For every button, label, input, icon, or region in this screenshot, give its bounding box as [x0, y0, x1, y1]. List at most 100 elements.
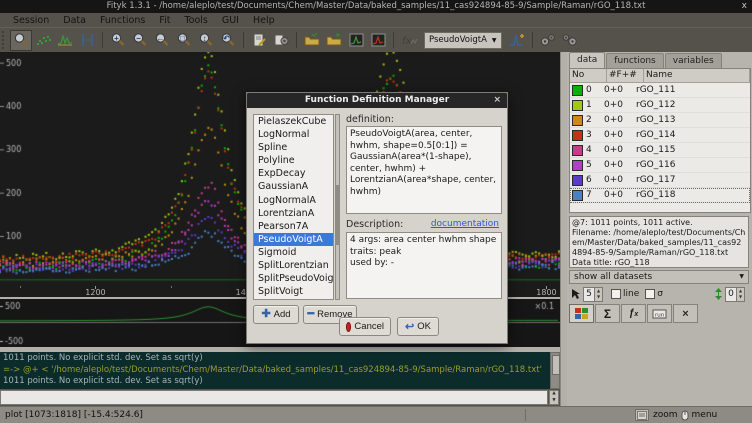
zoom-out-icon: − — [132, 32, 149, 48]
dataset-row[interactable]: 40+0rGO_115 — [570, 143, 750, 158]
cursor-icon — [571, 288, 581, 300]
data-range-mode-button[interactable] — [32, 30, 54, 51]
svg-text:←: ← — [156, 34, 164, 43]
function-type-item[interactable]: Pearson7A — [254, 220, 333, 233]
sidebar-splitter[interactable] — [560, 52, 567, 406]
dataset-row[interactable]: 50+0rGO_116 — [570, 158, 750, 173]
documentation-link[interactable]: documentation — [431, 219, 499, 229]
cancel-button[interactable]: Cancel — [339, 317, 391, 336]
dataset-row[interactable]: 10+0rGO_112 — [570, 98, 750, 113]
auto-add-button[interactable]: fx — [398, 30, 420, 51]
script-editor-icon — [251, 32, 268, 48]
command-input[interactable] — [0, 390, 548, 405]
sigma-checkbox[interactable] — [645, 289, 655, 299]
tab-functions[interactable]: functions — [606, 53, 663, 68]
definition-textarea[interactable]: PseudoVoigtA(area, center, hwhm, shape=0… — [346, 126, 502, 214]
dialog-close-button[interactable]: × — [493, 93, 501, 108]
add-peak-mode-button[interactable] — [54, 30, 76, 51]
menu-fit[interactable]: Fit — [152, 15, 177, 26]
zoom-vertical-button[interactable]: ↕ — [195, 30, 217, 51]
statusbar-mouse-button[interactable] — [635, 409, 649, 421]
dataset-row[interactable]: 00+0rGO_111 — [570, 83, 750, 98]
function-type-item[interactable]: PielaszekCube — [254, 115, 333, 128]
shift-spinner[interactable]: 0 ▲▼ — [725, 287, 745, 302]
function-type-item[interactable]: Spline — [254, 141, 333, 154]
function-type-item[interactable]: Polyline — [254, 154, 333, 167]
point-size-spinner[interactable]: 5 ▲▼ — [583, 287, 603, 302]
hide-all-toggle[interactable]: × — [673, 304, 698, 323]
export-peaks-button[interactable] — [367, 30, 389, 51]
column-header[interactable]: #F+# — [607, 69, 644, 82]
function-type-item[interactable]: LogNormal — [254, 128, 333, 141]
function-type-item[interactable]: SplitPseudoVoigt — [254, 272, 333, 285]
function-type-item[interactable]: ExpDecay — [254, 167, 333, 180]
dataset-row[interactable]: 60+0rGO_117 — [570, 173, 750, 188]
tab-data[interactable]: data — [569, 52, 605, 68]
zoom-undo-button[interactable]: ↶ — [217, 30, 239, 51]
zoom-in-button[interactable]: + — [107, 30, 129, 51]
export-plot-button[interactable] — [345, 30, 367, 51]
window-title: Fityk 1.3.1 - /home/aleplo/test/Document… — [107, 1, 646, 11]
function-type-item[interactable]: LogNormalA — [254, 194, 333, 207]
zoom-prev-button[interactable]: ← — [151, 30, 173, 51]
dataset-row[interactable]: 30+0rGO_114 — [570, 128, 750, 143]
show-labels-toggle[interactable]: run — [647, 304, 672, 323]
console-scrollbar-thumb[interactable] — [552, 355, 560, 375]
console-line: =-> @+ < '/home/aleplo/test/Documents/Ch… — [3, 365, 547, 377]
menu-data[interactable]: Data — [56, 15, 93, 26]
window-close-button[interactable]: x — [742, 0, 747, 13]
function-list-scrollbar-thumb[interactable] — [336, 185, 339, 245]
drag-peak-mode-button[interactable] — [76, 30, 98, 51]
run-fit-button[interactable] — [537, 30, 559, 51]
run-fit-icon — [539, 32, 557, 48]
append-data-icon — [325, 32, 343, 48]
line-checkbox[interactable] — [611, 289, 621, 299]
menu-session[interactable]: Session — [6, 15, 56, 26]
zoom-all-button[interactable]: □ — [173, 30, 195, 51]
open-data-button[interactable] — [301, 30, 323, 51]
zoom-mode-button[interactable] — [10, 30, 32, 51]
column-header[interactable]: Name — [644, 69, 750, 82]
function-type-item[interactable]: PseudoVoigtA — [254, 233, 333, 246]
command-history-spinner[interactable]: ▲▼ — [549, 390, 559, 405]
settings-button[interactable] — [270, 30, 292, 51]
function-type-list: PielaszekCubeLogNormalSplinePolylineExpD… — [253, 114, 334, 300]
dataset-row[interactable]: 70+0rGO_118 — [570, 188, 750, 203]
show-datasets-toggle[interactable] — [569, 304, 594, 323]
console-scrollbar[interactable] — [550, 352, 560, 389]
dataset-row[interactable]: 20+0rGO_113 — [570, 113, 750, 128]
ok-button[interactable]: ↩ OK — [397, 317, 439, 336]
function-type-item[interactable]: GaussianA — [254, 180, 333, 193]
menu-tools[interactable]: Tools — [177, 15, 214, 26]
add-function-button[interactable] — [506, 30, 528, 51]
data-range-mode-icon — [35, 32, 52, 48]
show-functions-toggle[interactable]: ƒx — [621, 304, 646, 323]
menu-functions[interactable]: Functions — [93, 15, 152, 26]
add-peak-mode-icon — [57, 32, 74, 48]
function-type-select[interactable]: PseudoVoigtA▼ — [424, 32, 502, 49]
dataset-color-swatch — [572, 160, 583, 171]
svg-text:+: + — [114, 34, 119, 43]
add-function-type-button[interactable]: ✚ Add — [253, 305, 299, 324]
dataset-filter-select[interactable]: show all datasets ▼ — [569, 270, 749, 284]
tab-variables[interactable]: variables — [665, 53, 722, 68]
menu-help[interactable]: Help — [246, 15, 282, 26]
window-titlebar: Fityk 1.3.1 - /home/aleplo/test/Document… — [0, 0, 752, 13]
function-type-item[interactable]: SplitLorentzian — [254, 259, 333, 272]
zoom-mode-icon — [13, 32, 30, 48]
function-list-scrollbar[interactable] — [335, 114, 340, 300]
zoom-out-button[interactable]: − — [129, 30, 151, 51]
script-editor-button[interactable] — [248, 30, 270, 51]
append-data-button[interactable] — [323, 30, 345, 51]
function-type-item[interactable]: LorentzianA — [254, 207, 333, 220]
column-header[interactable]: No — [570, 69, 607, 82]
function-type-item[interactable]: SplitVoigt — [254, 285, 333, 298]
undo-fit-button[interactable] — [559, 30, 581, 51]
function-type-item[interactable]: Sigmoid — [254, 246, 333, 259]
menu-gui[interactable]: GUI — [215, 15, 246, 26]
dialog-title: Function Definition Manager — [305, 95, 449, 105]
cancel-icon — [346, 322, 351, 332]
x-tick-label: 1800 — [536, 288, 556, 297]
command-input-row: ▲▼ — [0, 389, 560, 406]
show-sum-toggle[interactable]: Σ — [595, 304, 620, 323]
